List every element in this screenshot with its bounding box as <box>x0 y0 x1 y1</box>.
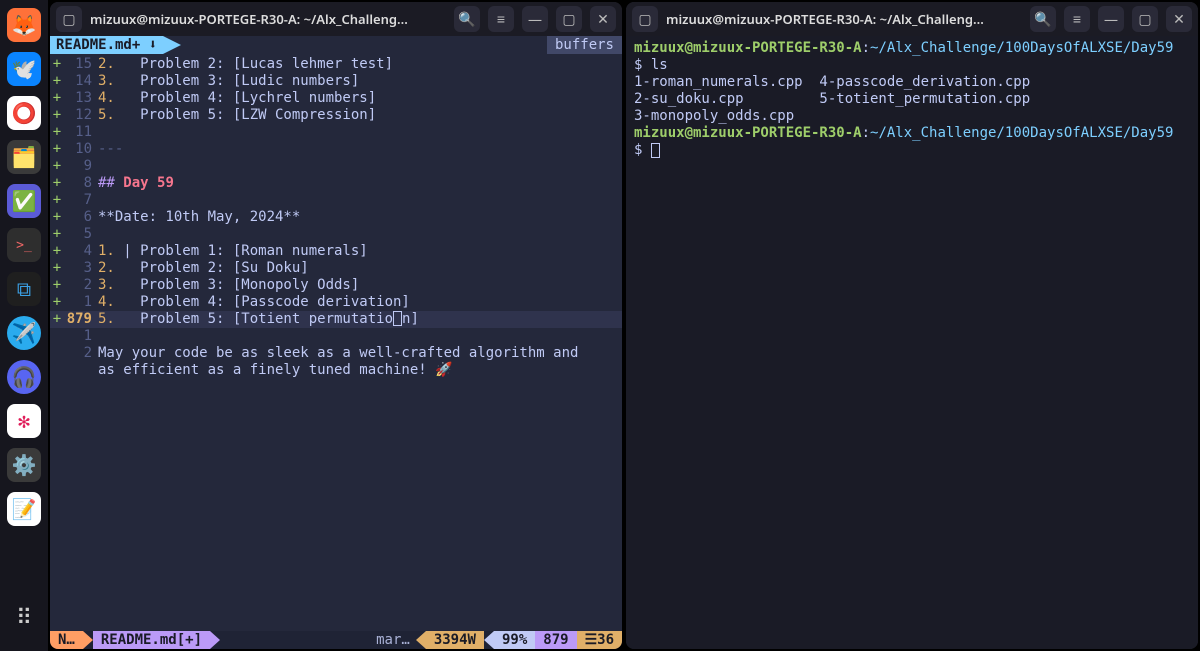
status-diagnostics: 3394W <box>426 631 484 649</box>
minimize-button[interactable]: — <box>1098 6 1124 32</box>
status-filename: README.md[+] <box>93 631 210 649</box>
minimize-button[interactable]: — <box>522 6 548 32</box>
code-line[interactable]: +41. | Problem 1: [Roman numerals] <box>50 243 622 260</box>
menu-button[interactable]: ≡ <box>488 6 514 32</box>
status-mid: mar… <box>220 631 416 649</box>
editor-window: ▢ mizuux@mizuux-PORTEGE-R30-A: ~/Alx_Cha… <box>50 2 622 649</box>
chrome-icon[interactable]: ⭕ <box>7 96 41 130</box>
statusline: N… README.md[+] mar… 3394W 99% 879 ☰36 <box>50 631 622 649</box>
terminal-window: ▢ mizuux@mizuux-PORTEGE-R30-A: ~/Alx_Cha… <box>626 2 1198 649</box>
code-line[interactable]: +11 <box>50 124 622 141</box>
code-line[interactable]: as efficient as a finely tuned machine! … <box>50 362 622 379</box>
slack-icon[interactable]: ✻ <box>7 404 41 438</box>
text-editor-icon[interactable]: 📝 <box>7 492 41 526</box>
code-line[interactable]: +9 <box>50 158 622 175</box>
code-line[interactable]: +7 <box>50 192 622 209</box>
editor-titlebar: ▢ mizuux@mizuux-PORTEGE-R30-A: ~/Alx_Cha… <box>50 2 622 36</box>
code-line[interactable]: +6**Date: 10th May, 2024** <box>50 209 622 226</box>
code-line[interactable]: +8795. Problem 5: [Totient permutation] <box>50 311 622 328</box>
close-button[interactable]: ✕ <box>1166 6 1192 32</box>
thunderbird-icon[interactable]: 🕊️ <box>7 52 41 86</box>
code-line[interactable]: +152. Problem 2: [Lucas lehmer test] <box>50 56 622 73</box>
vscode-icon[interactable]: ⧉ <box>7 272 41 306</box>
buffer-header: README.md+ ⬇ buffers <box>50 36 622 54</box>
code-line[interactable]: +14. Problem 4: [Passcode derivation] <box>50 294 622 311</box>
code-line[interactable]: +8## Day 59 <box>50 175 622 192</box>
code-line[interactable]: +23. Problem 3: [Monopoly Odds] <box>50 277 622 294</box>
telegram-icon[interactable]: ✈️ <box>7 316 41 350</box>
maximize-button[interactable]: ▢ <box>556 6 582 32</box>
terminal-icon[interactable]: >_ <box>7 228 41 262</box>
terminal-titlebar: ▢ mizuux@mizuux-PORTEGE-R30-A: ~/Alx_Cha… <box>626 2 1198 36</box>
search-button[interactable]: 🔍 <box>454 6 480 32</box>
new-tab-button[interactable]: ▢ <box>56 6 82 32</box>
settings-icon[interactable]: ⚙️ <box>7 448 41 482</box>
code-line[interactable]: +125. Problem 5: [LZW Compression] <box>50 107 622 124</box>
discord-icon[interactable]: 🎧 <box>7 360 41 394</box>
status-line: 879 <box>535 631 576 649</box>
terminal-window-title: mizuux@mizuux-PORTEGE-R30-A: ~/Alx_Chall… <box>666 10 1022 28</box>
todo-icon[interactable]: ✅ <box>7 184 41 218</box>
maximize-button[interactable]: ▢ <box>1132 6 1158 32</box>
workspace: ▢ mizuux@mizuux-PORTEGE-R30-A: ~/Alx_Cha… <box>48 0 1200 651</box>
terminal-body[interactable]: mizuux@mizuux-PORTEGE-R30-A:~/Alx_Challe… <box>626 36 1198 649</box>
code-line[interactable]: 1 <box>50 328 622 345</box>
code-area[interactable]: +152. Problem 2: [Lucas lehmer test]+143… <box>50 54 622 631</box>
dock: 🦊 🕊️ ⭕ 🗂️ ✅ >_ ⧉ ✈️ 🎧 ✻ ⚙️ 📝 ⠿ <box>0 0 48 651</box>
code-line[interactable]: 2May your code be as sleek as a well-cra… <box>50 345 622 362</box>
firefox-icon[interactable]: 🦊 <box>7 8 41 42</box>
editor-body[interactable]: README.md+ ⬇ buffers +152. Problem 2: [L… <box>50 36 622 649</box>
show-apps-icon[interactable]: ⠿ <box>7 601 41 635</box>
code-line[interactable]: +143. Problem 3: [Ludic numbers] <box>50 73 622 90</box>
code-line[interactable]: +134. Problem 4: [Lychrel numbers] <box>50 90 622 107</box>
code-line[interactable]: +5 <box>50 226 622 243</box>
status-col: ☰36 <box>577 631 622 649</box>
files-icon[interactable]: 🗂️ <box>7 140 41 174</box>
code-line[interactable]: +32. Problem 2: [Su Doku] <box>50 260 622 277</box>
code-line[interactable]: +10--- <box>50 141 622 158</box>
buffer-tab[interactable]: README.md+ ⬇ <box>50 36 163 54</box>
status-percent: 99% <box>494 631 535 649</box>
new-tab-button[interactable]: ▢ <box>632 6 658 32</box>
menu-button[interactable]: ≡ <box>1064 6 1090 32</box>
buffers-label[interactable]: buffers <box>547 36 622 54</box>
search-button[interactable]: 🔍 <box>1030 6 1056 32</box>
editor-window-title: mizuux@mizuux-PORTEGE-R30-A: ~/Alx_Chall… <box>90 10 446 28</box>
mode-indicator: N… <box>50 631 83 649</box>
close-button[interactable]: ✕ <box>590 6 616 32</box>
